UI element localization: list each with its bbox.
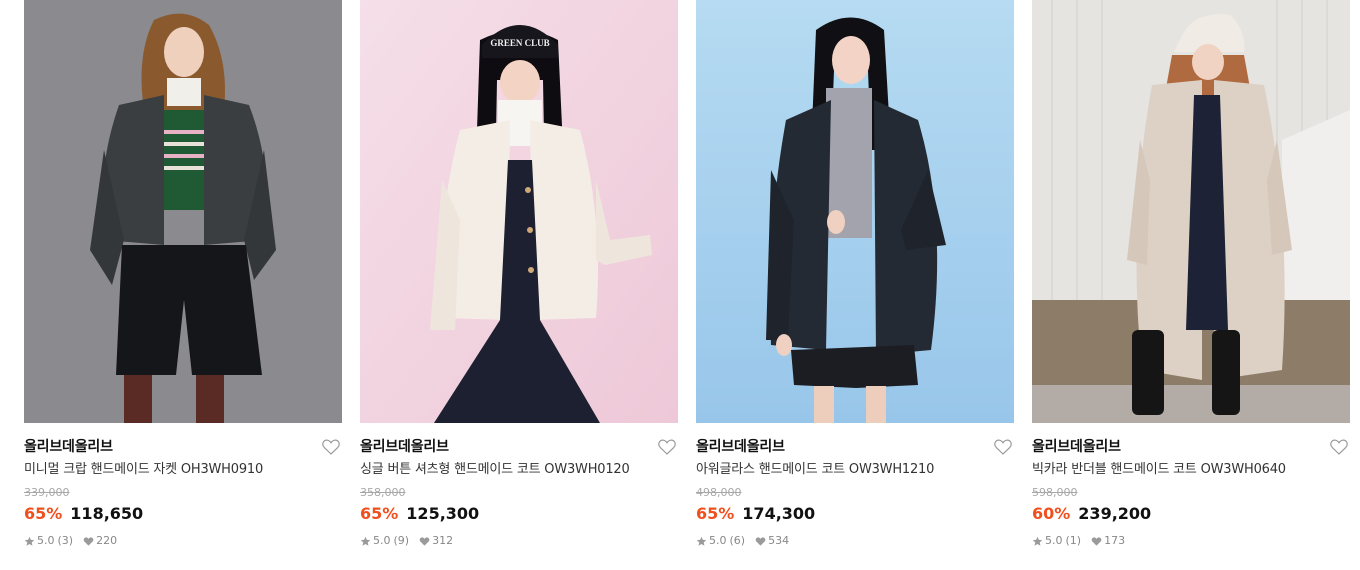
sale-price: 239,200 bbox=[1078, 504, 1152, 523]
product-photo-coat bbox=[1032, 0, 1350, 423]
star-icon bbox=[360, 536, 371, 547]
review-count: (1) bbox=[1065, 534, 1082, 547]
product-photo-coat bbox=[696, 0, 1014, 423]
product-name[interactable]: 싱글 버튼 셔츠형 핸드메이드 코트 OW3WH0120 bbox=[360, 461, 678, 479]
product-image[interactable]: GREEN CLUB bbox=[360, 0, 678, 423]
product-grid: 올리브데올리브 미니멀 크랍 핸드메이드 자켓 OH3WH0910 339,00… bbox=[24, 0, 1350, 570]
product-stats: 5.0 (9) 312 bbox=[360, 534, 678, 548]
wishlist-heart-icon[interactable] bbox=[322, 439, 340, 455]
product-image[interactable] bbox=[696, 0, 1014, 423]
product-name[interactable]: 미니멀 크랍 핸드메이드 자켓 OH3WH0910 bbox=[24, 461, 342, 479]
like-count: 173 bbox=[1104, 534, 1126, 547]
product-name[interactable]: 아워글라스 핸드메이드 코트 OW3WH1210 bbox=[696, 461, 1014, 479]
heart-filled-icon bbox=[83, 536, 94, 547]
cap-text: GREEN CLUB bbox=[490, 38, 549, 48]
brand-name[interactable]: 올리브데올리브 bbox=[1032, 437, 1350, 457]
product-photo-coat: GREEN CLUB bbox=[360, 0, 678, 423]
wishlist-heart-icon[interactable] bbox=[658, 439, 676, 455]
like-count: 220 bbox=[96, 534, 118, 547]
brand-name[interactable]: 올리브데올리브 bbox=[360, 437, 678, 457]
product-stats: 5.0 (3) 220 bbox=[24, 534, 342, 548]
wishlist-heart-icon[interactable] bbox=[994, 439, 1012, 455]
wishlist-heart-icon[interactable] bbox=[1330, 439, 1348, 455]
price-row: 65% 174,300 bbox=[696, 503, 1014, 525]
original-price: 339,000 bbox=[24, 486, 70, 499]
rating-value: 5.0 bbox=[37, 534, 55, 547]
original-price: 598,000 bbox=[1032, 486, 1078, 499]
heart-filled-icon bbox=[419, 536, 430, 547]
discount-rate: 65% bbox=[24, 504, 63, 523]
review-count: (9) bbox=[393, 534, 410, 547]
rating-value: 5.0 bbox=[1045, 534, 1063, 547]
review-count: (3) bbox=[57, 534, 74, 547]
discount-rate: 65% bbox=[696, 504, 735, 523]
review-count: (6) bbox=[729, 534, 746, 547]
star-icon bbox=[24, 536, 35, 547]
product-stats: 5.0 (1) 173 bbox=[1032, 534, 1350, 548]
heart-filled-icon bbox=[755, 536, 766, 547]
sale-price: 125,300 bbox=[406, 504, 480, 523]
price-row: 65% 118,650 bbox=[24, 503, 342, 525]
discount-rate: 65% bbox=[360, 504, 399, 523]
original-price: 358,000 bbox=[360, 486, 406, 499]
product-image[interactable] bbox=[1032, 0, 1350, 423]
like-count: 312 bbox=[432, 534, 454, 547]
product-image[interactable] bbox=[24, 0, 342, 423]
brand-name[interactable]: 올리브데올리브 bbox=[696, 437, 1014, 457]
star-icon bbox=[1032, 536, 1043, 547]
star-icon bbox=[696, 536, 707, 547]
product-card[interactable]: 올리브데올리브 미니멀 크랍 핸드메이드 자켓 OH3WH0910 339,00… bbox=[24, 0, 342, 570]
sale-price: 118,650 bbox=[70, 504, 144, 523]
price-row: 60% 239,200 bbox=[1032, 503, 1350, 525]
rating-value: 5.0 bbox=[709, 534, 727, 547]
price-row: 65% 125,300 bbox=[360, 503, 678, 525]
product-photo-jacket bbox=[24, 0, 342, 423]
rating-value: 5.0 bbox=[373, 534, 391, 547]
product-card[interactable]: GREEN CLUB 올리브데올리브 싱글 버튼 셔츠형 핸드메이드 코트 OW… bbox=[360, 0, 678, 570]
brand-name[interactable]: 올리브데올리브 bbox=[24, 437, 342, 457]
original-price: 498,000 bbox=[696, 486, 742, 499]
product-card[interactable]: 올리브데올리브 빅카라 반더블 핸드메이드 코트 OW3WH0640 598,0… bbox=[1032, 0, 1350, 570]
heart-filled-icon bbox=[1091, 536, 1102, 547]
sale-price: 174,300 bbox=[742, 504, 816, 523]
discount-rate: 60% bbox=[1032, 504, 1071, 523]
product-card[interactable]: 올리브데올리브 아워글라스 핸드메이드 코트 OW3WH1210 498,000… bbox=[696, 0, 1014, 570]
product-name[interactable]: 빅카라 반더블 핸드메이드 코트 OW3WH0640 bbox=[1032, 461, 1350, 479]
product-stats: 5.0 (6) 534 bbox=[696, 534, 1014, 548]
like-count: 534 bbox=[768, 534, 790, 547]
